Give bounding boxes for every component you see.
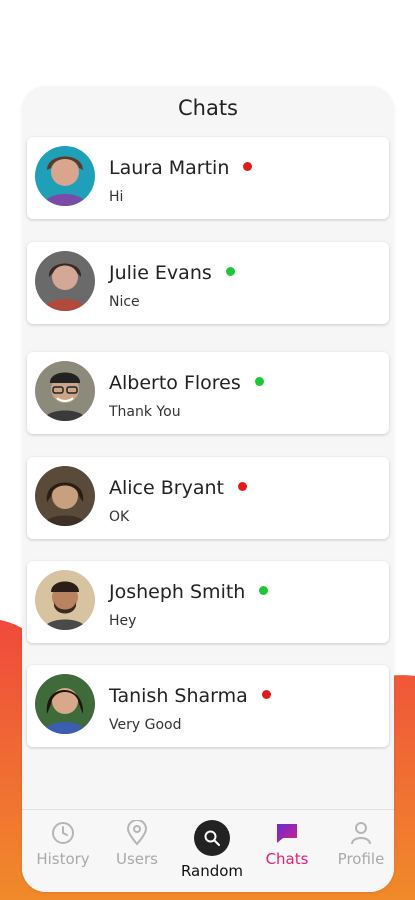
avatar-julie (35, 251, 95, 311)
avatar-alice (35, 466, 95, 526)
avatar-josheph (35, 570, 95, 630)
chat-row-alberto[interactable]: Alberto Flores Thank You (27, 352, 389, 434)
nav-users-label: Users (115, 850, 158, 868)
avatar-laura (35, 146, 95, 206)
chat-bubble-icon (277, 824, 297, 843)
avatar-alberto (35, 361, 95, 421)
status-dot-offline (243, 162, 253, 171)
chat-name: Tanish Sharma (109, 685, 248, 707)
person-icon (351, 822, 371, 845)
chats-panel: Chats Laura Martin Hi Julie Evans Nice A… (22, 86, 394, 892)
chat-name: Alice Bryant (109, 477, 224, 499)
chat-message: Nice (109, 294, 140, 310)
nav-profile-label: Profile (337, 850, 385, 868)
nav-history-label: History (36, 850, 90, 868)
status-dot-offline (261, 690, 271, 699)
chat-message: Thank You (109, 404, 181, 420)
nav-users[interactable]: Users (101, 820, 173, 868)
nav-random-label: Random (180, 862, 244, 880)
chat-message: OK (109, 509, 130, 525)
map-pin-icon (126, 820, 148, 846)
chat-row-julie[interactable]: Julie Evans Nice (27, 242, 389, 324)
nav-random[interactable]: Random (176, 820, 248, 880)
chat-name: Julie Evans (109, 262, 212, 284)
status-dot-online (225, 267, 235, 276)
status-dot-offline (237, 482, 247, 491)
chat-name: Alberto Flores (109, 372, 241, 394)
chat-message: Hey (109, 613, 137, 629)
nav-profile[interactable]: Profile (325, 820, 394, 868)
chat-message: Hi (109, 189, 124, 205)
bottom-nav: History Users Random Chats Profile (22, 809, 394, 892)
chat-row-alice[interactable]: Alice Bryant OK (27, 457, 389, 539)
nav-chats[interactable]: Chats (251, 820, 323, 868)
chat-message: Very Good (109, 717, 182, 733)
random-button[interactable] (194, 820, 230, 856)
status-dot-online (254, 377, 264, 386)
avatar-tanish (35, 674, 95, 734)
chat-row-josheph[interactable]: Josheph Smith Hey (27, 561, 389, 643)
page-title: Chats (177, 96, 239, 120)
chat-row-tanish[interactable]: Tanish Sharma Very Good (27, 665, 389, 747)
chat-row-laura[interactable]: Laura Martin Hi (27, 137, 389, 219)
status-dot-online (259, 586, 269, 595)
chat-name: Laura Martin (109, 157, 230, 179)
search-icon (204, 830, 220, 846)
history-clock-icon (52, 822, 74, 844)
nav-history[interactable]: History (27, 820, 99, 868)
chat-name: Josheph Smith (109, 581, 246, 603)
nav-chats-label: Chats (265, 850, 309, 868)
